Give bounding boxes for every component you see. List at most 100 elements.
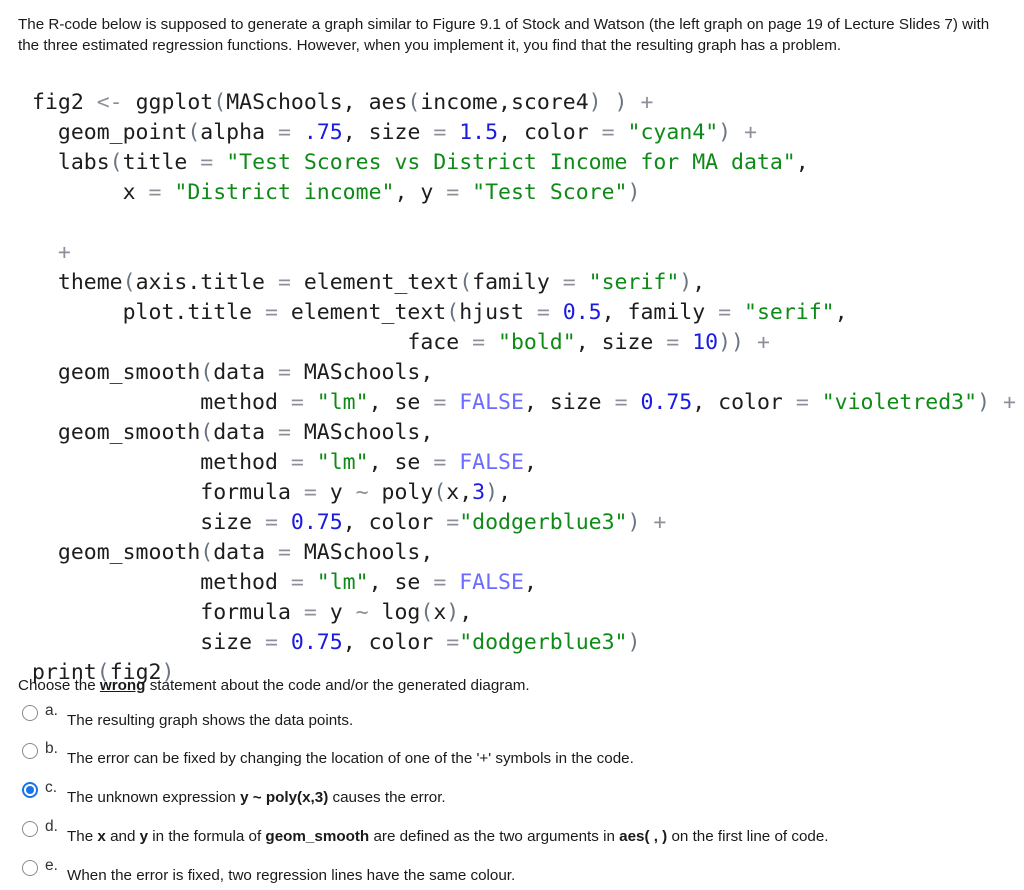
code-token-paren: (	[459, 270, 473, 295]
code-token-plain: geom_smooth	[32, 360, 201, 385]
code-line: size = 0.75, color ="dodgerblue3")	[32, 628, 1016, 658]
code-line: formula = y ~ log(x),	[32, 598, 1016, 628]
code-token-paren: ))	[718, 330, 744, 355]
code-token-op: ~	[355, 600, 369, 625]
code-token-num: 3	[472, 480, 486, 505]
code-token-str: "serif"	[744, 300, 835, 325]
code-token-op: +	[1002, 390, 1016, 415]
code-token-plain: size	[32, 630, 265, 655]
option-text-bold: y	[139, 828, 149, 845]
option-text-segment: in the formula of	[148, 828, 266, 845]
code-token-op: +	[32, 240, 71, 265]
code-token-paren: (	[200, 420, 214, 445]
option-text: The unknown expression y ~ poly(x,3) cau…	[67, 789, 446, 806]
code-token-str: "District income"	[174, 180, 395, 205]
radio-button[interactable]	[22, 782, 38, 798]
code-token-paren: )	[627, 630, 641, 655]
code-token-op: =	[433, 450, 447, 475]
code-token-plain: ,	[795, 150, 809, 175]
option-letter: c.	[45, 779, 58, 796]
option-text: When the error is fixed, two regression …	[67, 867, 515, 884]
code-token-plain: , color	[498, 120, 602, 145]
code-token-kw: FALSE	[459, 570, 524, 595]
code-token-op: =	[200, 150, 214, 175]
code-token-op: =	[433, 390, 447, 415]
option-text: The error can be fixed by changing the l…	[67, 750, 634, 767]
answer-option-c[interactable]: c. The unknown expression y ~ poly(x,3) c…	[22, 779, 1002, 812]
code-token-paren: (	[213, 90, 227, 115]
code-token-plain: size	[32, 510, 265, 535]
code-token-op: =	[290, 450, 304, 475]
code-token-plain: title	[122, 150, 201, 175]
code-token-plain: ,	[459, 600, 473, 625]
code-line: theme(axis.title = element_text(family =…	[32, 268, 1016, 298]
code-token-str: "dodgerblue3"	[459, 510, 628, 535]
code-token-op: =	[433, 570, 447, 595]
code-token-plain: data	[213, 360, 278, 385]
code-token-op: =	[277, 120, 291, 145]
code-token-op: =	[277, 360, 291, 385]
option-letter: b.	[45, 740, 58, 757]
code-token-op: +	[640, 90, 654, 115]
code-token-plain: poly	[368, 480, 434, 505]
code-token-plain: , size	[523, 390, 615, 415]
code-token-op: =	[614, 390, 628, 415]
code-line: geom_smooth(data = MASchools,	[32, 418, 1016, 448]
option-letter: e.	[45, 857, 58, 874]
answer-option-a[interactable]: a. The resulting graph shows the data poi…	[22, 702, 1002, 735]
code-token-paren: )	[485, 480, 499, 505]
option-text-segment: on the first line of code.	[667, 828, 829, 845]
code-line: plot.title = element_text(hjust = 0.5, f…	[32, 298, 1016, 328]
code-token-paren: )	[679, 270, 693, 295]
code-token-plain: y	[316, 480, 356, 505]
option-text-segment: The	[67, 828, 98, 845]
radio-button[interactable]	[22, 860, 38, 876]
code-token-kw: FALSE	[459, 390, 524, 415]
code-token-op: =	[303, 480, 317, 505]
code-token-plain: plot.title	[32, 300, 265, 325]
code-line: method = "lm", se = FALSE, size = 0.75, …	[32, 388, 1016, 418]
code-token-plain: , y	[394, 180, 447, 205]
code-token-paren: )	[718, 120, 732, 145]
code-token-plain: theme	[32, 270, 123, 295]
code-line: geom_smooth(data = MASchools,	[32, 538, 1016, 568]
answer-option-e[interactable]: e. When the error is fixed, two regressio…	[22, 857, 1002, 890]
radio-button[interactable]	[22, 821, 38, 837]
code-token-plain: geom_point	[32, 120, 188, 145]
question-prefix: Choose the	[18, 677, 100, 694]
option-text-segment: causes the error.	[328, 789, 446, 806]
code-line: size = 0.75, color ="dodgerblue3") +	[32, 508, 1016, 538]
option-text-segment: are defined as the two arguments in	[369, 828, 620, 845]
answer-option-b[interactable]: b. The error can be fixed by changing the…	[22, 740, 1002, 773]
code-token-num: 0.75	[290, 630, 343, 655]
code-token-op: =	[536, 300, 550, 325]
code-token-plain: ggplot	[122, 90, 214, 115]
code-token-plain: MASchools, aes	[226, 90, 408, 115]
radio-button[interactable]	[22, 705, 38, 721]
code-token-num: 0.75	[640, 390, 693, 415]
code-token-paren: (	[407, 90, 421, 115]
code-token-op: =	[265, 630, 278, 655]
code-token-num: .75	[303, 120, 343, 145]
code-token-plain: , se	[368, 390, 434, 415]
code-token-plain: formula	[32, 600, 304, 625]
code-token-plain: element_text	[290, 270, 460, 295]
code-token-plain: , family	[601, 300, 719, 325]
code-token-op: =	[601, 120, 615, 145]
code-token-op: =	[433, 120, 447, 145]
answer-option-d[interactable]: d. The x and y in the formula of geom_smo…	[22, 818, 1002, 851]
code-token-plain: data	[213, 540, 278, 565]
radio-button[interactable]	[22, 743, 38, 759]
code-token-op: =	[666, 330, 680, 355]
